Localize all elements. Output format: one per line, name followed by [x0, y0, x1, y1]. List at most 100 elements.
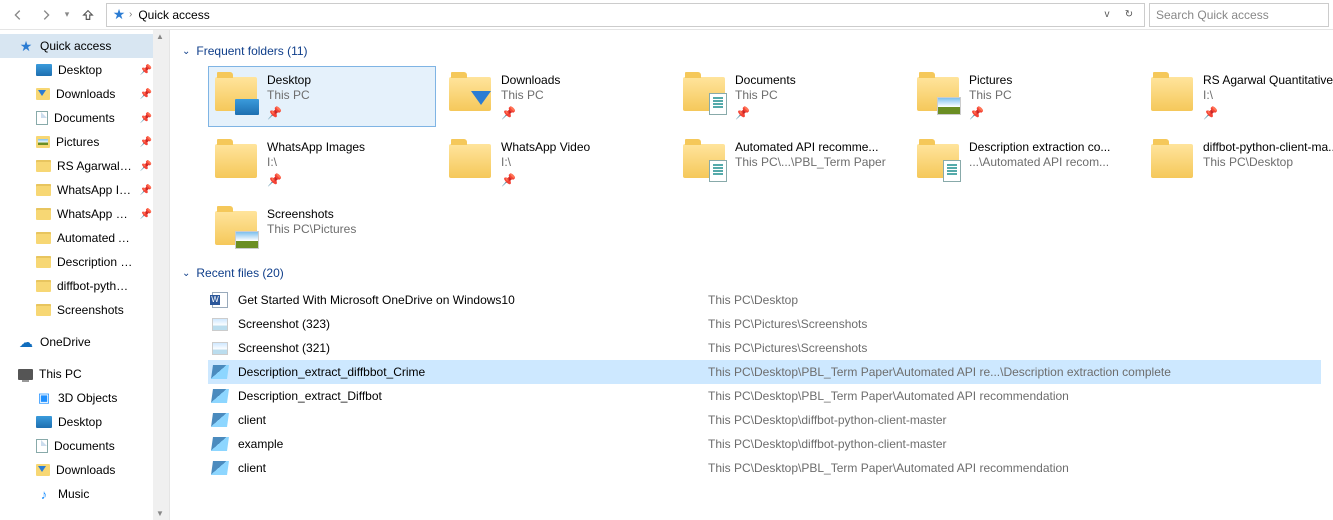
- section-title: Frequent folders (11): [196, 44, 307, 58]
- dl-icon: [36, 464, 50, 476]
- pin-icon: 📌: [501, 106, 515, 120]
- folder-card[interactable]: diffbot-python-client-ma... This PC\Desk…: [1144, 133, 1333, 194]
- nav-item-label: Screenshots: [57, 303, 133, 317]
- file-name: example: [238, 437, 708, 451]
- folder-title: Documents: [735, 73, 796, 87]
- nav-item[interactable]: Documents: [0, 434, 153, 458]
- pin-icon: 📌: [501, 173, 515, 187]
- folder-title: Automated API recomme...: [735, 140, 886, 154]
- file-location: This PC\Pictures\Screenshots: [708, 341, 867, 355]
- folder-icon: [917, 73, 959, 113]
- folder-icon: [215, 140, 257, 180]
- nav-scrollbar[interactable]: [153, 30, 169, 520]
- folder-card[interactable]: Desktop This PC 📌: [208, 66, 436, 127]
- fold-icon: [36, 208, 51, 220]
- recent-file-row[interactable]: Description_extract_Diffbot This PC\Desk…: [208, 384, 1321, 408]
- nav-item-label: RS Agarwal Quan: [57, 159, 133, 173]
- file-location: This PC\Desktop\PBL_Term Paper\Automated…: [708, 365, 1171, 379]
- nav-item[interactable]: WhatsApp Video 📌: [0, 202, 153, 226]
- folder-icon: [917, 140, 959, 180]
- folder-icon: [449, 140, 491, 180]
- pic-icon: [36, 136, 50, 148]
- word-file-icon: [212, 292, 228, 308]
- folder-title: Screenshots: [267, 207, 356, 221]
- folder-icon: [215, 207, 257, 247]
- file-name: client: [238, 461, 708, 475]
- recent-file-row[interactable]: Screenshot (323) This PC\Pictures\Screen…: [208, 312, 1321, 336]
- folder-path: This PC: [501, 88, 560, 102]
- nav-up-button[interactable]: [74, 2, 102, 28]
- nav-item[interactable]: Automated API reco: [0, 226, 153, 250]
- folder-path: This PC\Desktop: [1203, 155, 1333, 169]
- file-location: This PC\Desktop: [708, 293, 798, 307]
- recent-file-row[interactable]: Description_extract_diffbbot_Crime This …: [208, 360, 1321, 384]
- folder-card[interactable]: Pictures This PC 📌: [910, 66, 1138, 127]
- folder-card[interactable]: Description extraction co... ...\Automat…: [910, 133, 1138, 194]
- recent-file-row[interactable]: client This PC\Desktop\PBL_Term Paper\Au…: [208, 456, 1321, 480]
- nav-item-label: Music: [58, 487, 153, 501]
- folder-icon: [1151, 140, 1193, 180]
- folder-card[interactable]: Documents This PC 📌: [676, 66, 904, 127]
- nav-item[interactable]: Downloads 📌: [0, 82, 153, 106]
- nav-recent-dropdown[interactable]: ▾: [60, 2, 74, 28]
- recent-file-row[interactable]: Screenshot (321) This PC\Pictures\Screen…: [208, 336, 1321, 360]
- nav-quick-access[interactable]: ★ Quick access: [0, 34, 153, 58]
- nav-this-pc[interactable]: This PC: [0, 362, 153, 386]
- folder-path: This PC\Pictures: [267, 222, 356, 236]
- nav-item[interactable]: Documents 📌: [0, 106, 153, 130]
- nav-item[interactable]: ♪ Music: [0, 482, 153, 506]
- nav-item[interactable]: Pictures 📌: [0, 130, 153, 154]
- pin-icon: 📌: [139, 209, 153, 220]
- search-input[interactable]: Search Quick access: [1149, 3, 1329, 27]
- folder-icon: [683, 73, 725, 113]
- nav-item[interactable]: WhatsApp Image 📌: [0, 178, 153, 202]
- star-icon: ★: [18, 38, 34, 54]
- recent-file-row[interactable]: example This PC\Desktop\diffbot-python-c…: [208, 432, 1321, 456]
- nav-label: This PC: [39, 367, 153, 381]
- folder-card[interactable]: Automated API recomme... This PC\...\PBL…: [676, 133, 904, 194]
- nav-forward-button[interactable]: [32, 2, 60, 28]
- breadcrumb[interactable]: Quick access: [134, 8, 213, 22]
- refresh-button[interactable]: ↻: [1118, 9, 1140, 20]
- nav-item-label: Downloads: [56, 87, 133, 101]
- folder-title: WhatsApp Images: [267, 140, 365, 154]
- nav-item[interactable]: Desktop 📌: [0, 58, 153, 82]
- pin-icon: 📌: [735, 106, 749, 120]
- img-file-icon: [212, 340, 228, 356]
- breadcrumb-sep-icon: ›: [127, 9, 134, 20]
- nav-item[interactable]: Screenshots: [0, 298, 153, 322]
- nav-back-button[interactable]: [4, 2, 32, 28]
- pc-icon: [18, 369, 33, 380]
- quick-access-icon: ★: [111, 7, 127, 23]
- folder-card[interactable]: WhatsApp Video I:\ 📌: [442, 133, 670, 194]
- file-location: This PC\Desktop\diffbot-python-client-ma…: [708, 413, 947, 427]
- nav-item[interactable]: Description extractio: [0, 250, 153, 274]
- file-name: Screenshot (321): [238, 341, 708, 355]
- folder-card[interactable]: RS Agarwal Quantitative ... I:\ 📌: [1144, 66, 1333, 127]
- nav-item[interactable]: Downloads: [0, 458, 153, 482]
- nav-onedrive[interactable]: ☁ OneDrive: [0, 330, 153, 354]
- folder-path: I:\: [1203, 88, 1333, 102]
- section-frequent-folders[interactable]: ⌄ Frequent folders (11): [182, 44, 1321, 58]
- nav-item[interactable]: diffbot-python-clien: [0, 274, 153, 298]
- nav-item[interactable]: Desktop: [0, 410, 153, 434]
- nav-item-label: diffbot-python-clien: [57, 279, 133, 293]
- address-dropdown-icon[interactable]: v: [1096, 9, 1118, 20]
- nav-item-label: Automated API reco: [57, 231, 133, 245]
- folder-path: This PC: [969, 88, 1012, 102]
- folder-path: This PC\...\PBL_Term Paper: [735, 155, 886, 169]
- nav-item[interactable]: ▣ 3D Objects: [0, 386, 153, 410]
- folder-card[interactable]: Screenshots This PC\Pictures: [208, 200, 436, 254]
- file-name: Get Started With Microsoft OneDrive on W…: [238, 293, 708, 307]
- folder-icon: [215, 73, 257, 113]
- folder-card[interactable]: Downloads This PC 📌: [442, 66, 670, 127]
- address-bar[interactable]: ★ › Quick access v ↻: [106, 3, 1145, 27]
- folder-card[interactable]: WhatsApp Images I:\ 📌: [208, 133, 436, 194]
- section-recent-files[interactable]: ⌄ Recent files (20): [182, 266, 1321, 280]
- recent-file-row[interactable]: client This PC\Desktop\diffbot-python-cl…: [208, 408, 1321, 432]
- pin-icon: 📌: [139, 89, 153, 100]
- folder-title: diffbot-python-client-ma...: [1203, 140, 1333, 154]
- py-file-icon: [212, 436, 228, 452]
- nav-item[interactable]: RS Agarwal Quan 📌: [0, 154, 153, 178]
- recent-file-row[interactable]: Get Started With Microsoft OneDrive on W…: [208, 288, 1321, 312]
